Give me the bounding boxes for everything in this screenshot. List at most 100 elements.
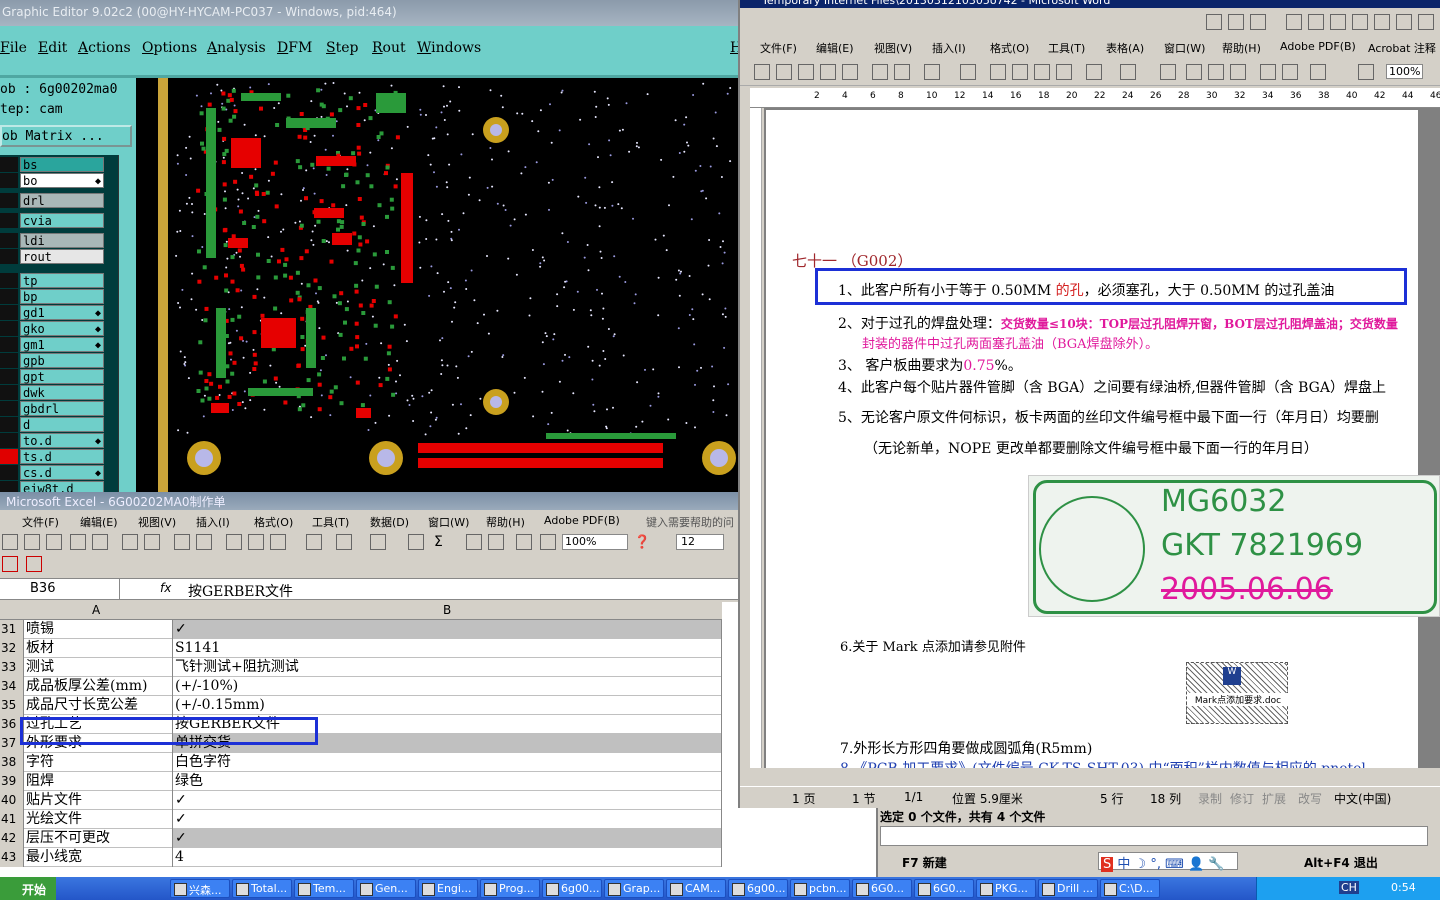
cell-a[interactable]: 字符: [24, 753, 173, 772]
new-icon[interactable]: [2, 534, 18, 550]
toolbar-icon[interactable]: [1330, 14, 1346, 30]
menu-windows[interactable]: Windows: [417, 40, 481, 56]
layer-color-swatch[interactable]: [0, 233, 18, 248]
layer-color-swatch[interactable]: [0, 305, 18, 320]
layer-item[interactable]: tp: [20, 273, 104, 288]
spelling-icon[interactable]: [894, 64, 910, 80]
job-matrix-button[interactable]: ob Matrix ...: [0, 125, 132, 147]
menu-help[interactable]: H: [730, 40, 738, 56]
layer-item[interactable]: to.d ◆: [20, 433, 104, 448]
cell-b[interactable]: ✓: [173, 810, 722, 829]
cell-a[interactable]: 成品尺寸长宽公差: [24, 696, 173, 715]
layer-item[interactable]: ldi: [20, 233, 104, 248]
layer-color-swatch[interactable]: [0, 173, 18, 188]
cell-a[interactable]: 板材: [24, 639, 173, 658]
tables-borders-icon[interactable]: [1186, 64, 1202, 80]
layer-color-swatch[interactable]: [0, 321, 18, 336]
taskbar-task-button[interactable]: 6g00...: [542, 879, 602, 898]
name-box[interactable]: B36: [0, 579, 120, 599]
row-header[interactable]: 39: [0, 772, 24, 791]
traditional-chinese-icon[interactable]: [924, 64, 940, 80]
cut-icon[interactable]: [226, 534, 242, 550]
insert-excel-icon[interactable]: [1230, 64, 1246, 80]
save-icon[interactable]: [798, 64, 814, 80]
vertical-ruler[interactable]: [750, 108, 762, 768]
autosum-icon[interactable]: Σ: [434, 534, 443, 550]
layer-item[interactable]: drl: [20, 193, 104, 208]
row-header[interactable]: 42: [0, 829, 24, 848]
cell-b[interactable]: 白色字符: [173, 753, 722, 772]
word-menu-file[interactable]: 文件(F): [760, 40, 797, 56]
taskbar-task-button[interactable]: C:\D...: [1100, 879, 1160, 898]
layer-item[interactable]: dwk: [20, 385, 104, 400]
row-header[interactable]: 41: [0, 810, 24, 829]
format-painter-icon[interactable]: [306, 534, 322, 550]
columns-icon[interactable]: [1260, 64, 1276, 80]
status-overtype[interactable]: 改写: [1298, 790, 1322, 807]
layer-item[interactable]: ejw8t.d: [20, 481, 104, 492]
spelling-icon[interactable]: [174, 534, 190, 550]
taskbar-task-button[interactable]: Tem...: [294, 879, 354, 898]
taskbar-task-button[interactable]: Drill ...: [1038, 879, 1098, 898]
layer-list-scrollbar[interactable]: [118, 155, 134, 492]
cut-icon[interactable]: [990, 64, 1006, 80]
word-menu-edit[interactable]: 编辑(E): [816, 40, 854, 56]
layer-color-swatch[interactable]: [0, 353, 18, 368]
layer-item[interactable]: bo ◆: [20, 173, 104, 188]
cell-b[interactable]: 4: [173, 848, 722, 867]
taskbar-task-button[interactable]: CAM...: [666, 879, 726, 898]
print-preview-icon[interactable]: [872, 64, 888, 80]
taskbar-task-button[interactable]: Engi...: [418, 879, 478, 898]
excel-menu-tools[interactable]: 工具(T): [312, 514, 349, 530]
sort-descending-icon[interactable]: [488, 534, 504, 550]
layer-color-swatch[interactable]: [0, 157, 18, 172]
permission-icon[interactable]: [92, 534, 108, 550]
menu-step[interactable]: Step: [326, 40, 358, 56]
toolbar-icon[interactable]: [1308, 14, 1324, 30]
silkscreen-image[interactable]: MG6032 GKT 7821969 2005.06.06: [1028, 475, 1440, 617]
toolbar-icon[interactable]: [1352, 14, 1368, 30]
column-header-a[interactable]: A: [92, 603, 100, 617]
undo-icon[interactable]: [336, 534, 352, 550]
menu-file[interactable]: File: [0, 40, 27, 56]
row-header[interactable]: 34: [0, 677, 24, 696]
hyperlink-icon[interactable]: [408, 534, 424, 550]
excel-help-box[interactable]: 键入需要帮助的问: [646, 514, 734, 530]
word-menu-tools[interactable]: 工具(T): [1048, 40, 1085, 56]
taskbar-task-button[interactable]: 6G0...: [914, 879, 974, 898]
layer-color-swatch[interactable]: [0, 449, 18, 464]
word-menu-table[interactable]: 表格(A): [1106, 40, 1144, 56]
excel-menu-file[interactable]: 文件(F): [22, 514, 59, 530]
toolbar-icon[interactable]: [1206, 14, 1222, 30]
document-map-icon[interactable]: [1310, 64, 1326, 80]
word-menu-view[interactable]: 视图(V): [874, 40, 912, 56]
taskbar-task-button[interactable]: Gen...: [356, 879, 416, 898]
cell-a[interactable]: 测试: [24, 658, 173, 677]
taskbar-task-button[interactable]: pcbn...: [790, 879, 850, 898]
layer-color-swatch[interactable]: [0, 481, 18, 492]
command-line-input[interactable]: [880, 826, 1428, 846]
layer-item[interactable]: cvia: [20, 213, 104, 228]
word-menu-acrobat[interactable]: Acrobat 注释: [1368, 40, 1436, 56]
layer-color-swatch[interactable]: [0, 193, 18, 208]
cell-a[interactable]: 层压不可更改: [24, 829, 173, 848]
altf4-exit-button[interactable]: Alt+F4 退出: [1304, 854, 1378, 871]
toolbar-icon[interactable]: [1286, 14, 1302, 30]
zoom-box[interactable]: 100%: [1386, 64, 1424, 79]
cell-a[interactable]: 喷锡: [24, 620, 173, 639]
help-icon[interactable]: ❓: [634, 535, 650, 550]
layer-item[interactable]: bs: [20, 157, 104, 172]
new-icon[interactable]: [754, 64, 770, 80]
excel-menu-view[interactable]: 视图(V): [138, 514, 176, 530]
layer-color-swatch[interactable]: [0, 385, 18, 400]
copy-icon[interactable]: [1012, 64, 1028, 80]
research-icon[interactable]: [960, 64, 976, 80]
drawing-icon[interactable]: [1282, 64, 1298, 80]
layer-color-swatch[interactable]: [0, 249, 18, 264]
status-record[interactable]: 录制: [1198, 790, 1222, 807]
layer-item[interactable]: gpt: [20, 369, 104, 384]
row-header[interactable]: 31: [0, 620, 24, 639]
excel-menu-adobe-pdf[interactable]: Adobe PDF(B): [544, 514, 620, 527]
pdf-icon[interactable]: [70, 534, 86, 550]
row-header[interactable]: 35: [0, 696, 24, 715]
